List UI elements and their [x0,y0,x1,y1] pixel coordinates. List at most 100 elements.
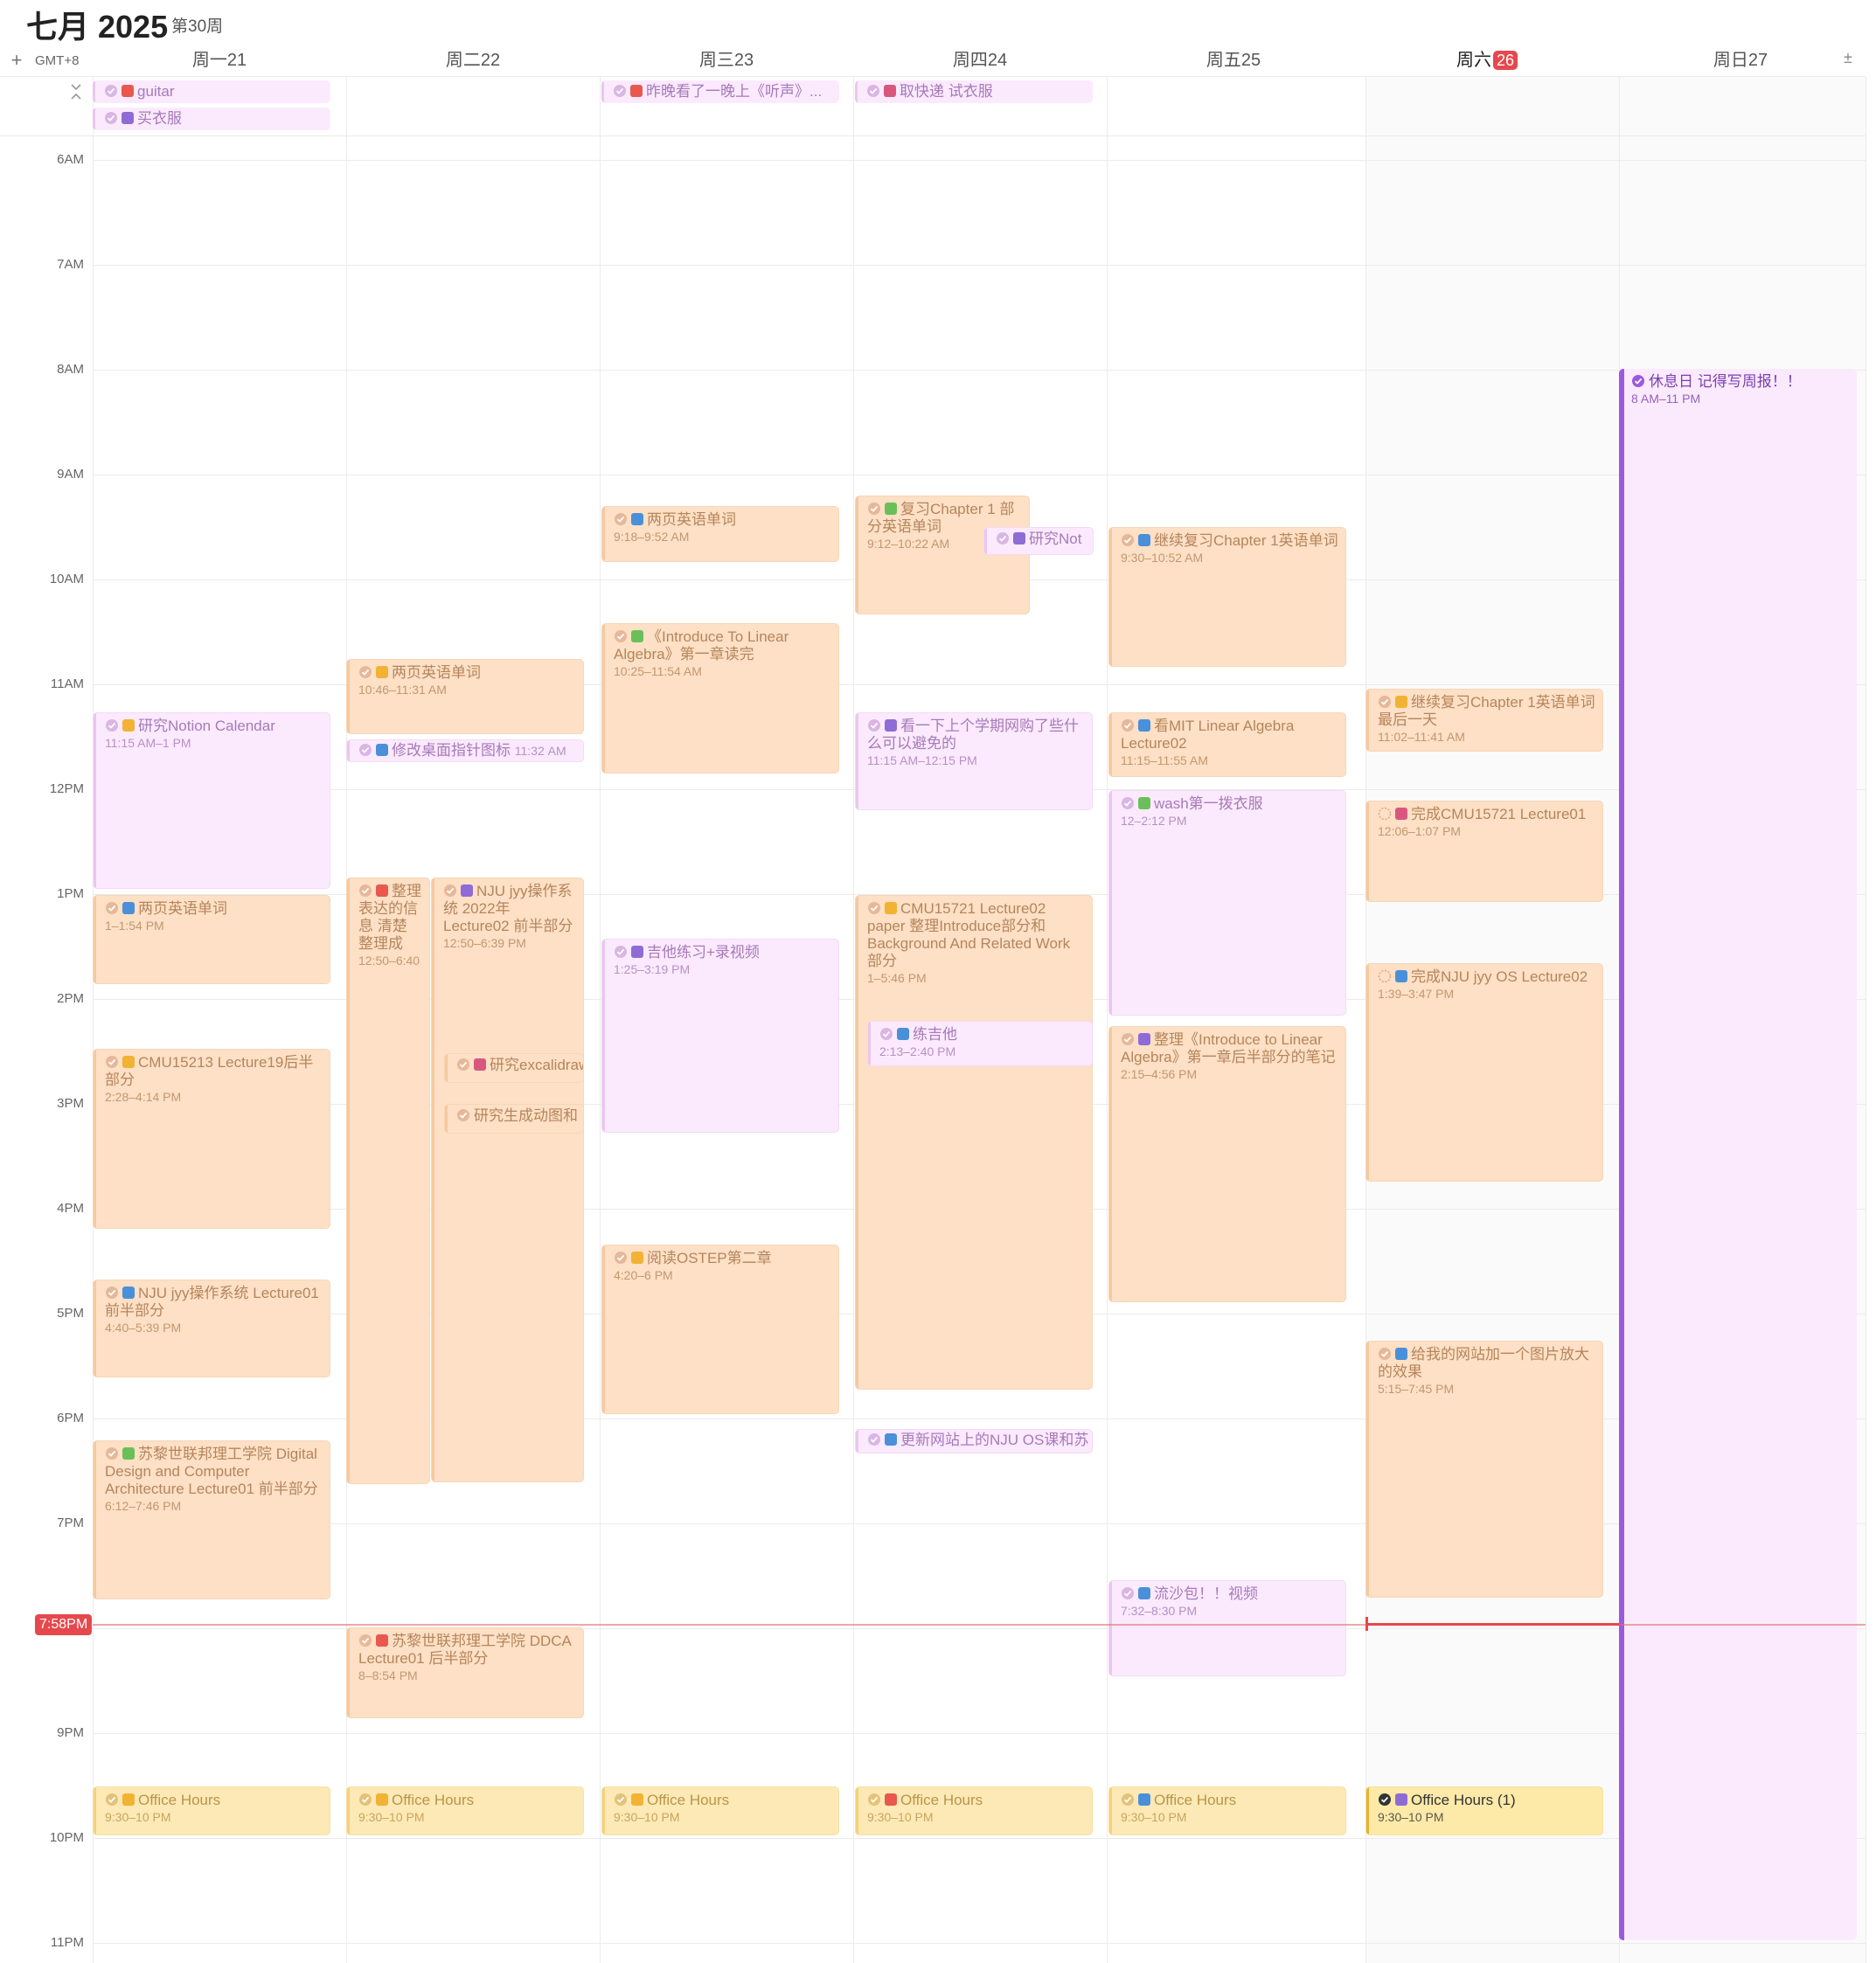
event-card[interactable]: CMU15213 Lecture19后半部分 2:28–4:14 PM [93,1049,330,1229]
event-card[interactable]: 整理 表达的信息 清楚 整理成 12:50–6:40 [346,877,430,1484]
event-card[interactable]: Office Hours 9:30–10 PM [346,1786,584,1835]
day-header-sat-today[interactable]: 周六 26 [1360,45,1614,71]
event-card[interactable]: Office Hours (1) 9:30–10 PM [1365,1786,1603,1835]
event-card[interactable]: 研究Not [983,527,1094,555]
event-time: 12:50–6:39 PM [443,936,526,950]
check-icon[interactable] [105,1793,119,1807]
check-icon[interactable] [866,84,880,98]
check-icon[interactable] [358,665,372,679]
check-icon[interactable] [614,629,628,643]
check-icon[interactable] [867,1432,881,1446]
collapse-allday-icon[interactable] [69,83,83,101]
check-icon[interactable] [105,901,119,915]
check-icon[interactable] [456,1108,470,1122]
event-card[interactable]: Office Hours 9:30–10 PM [855,1786,1093,1835]
event-card[interactable]: 吉他练习+录视频 1:25–3:19 PM [601,939,839,1133]
check-icon[interactable] [867,1793,881,1807]
event-card[interactable]: 阅读OSTEP第二章 4:20–6 PM [601,1245,839,1414]
check-icon[interactable] [358,1793,372,1807]
event-card[interactable]: 研究生成动图和 [444,1104,584,1134]
event-card[interactable]: Office Hours 9:30–10 PM [93,1786,330,1835]
event-time: 2:28–4:14 PM [105,1090,182,1104]
day-header-tue[interactable]: 周二22 [346,45,600,71]
face-icon [474,1058,486,1071]
event-card[interactable]: 复习Chapter 1 部分英语单词 9:12–10:22 AM [855,496,1030,614]
event-card[interactable]: 流沙包！！视频 7:32–8:30 PM [1108,1580,1346,1676]
day-header-sun[interactable]: 周日27 [1614,45,1867,71]
event-card[interactable]: Office Hours 9:30–10 PM [1108,1786,1346,1835]
check-icon[interactable] [1121,1793,1135,1807]
check-icon[interactable] [105,1446,119,1460]
event-card[interactable]: 两页英语单词 10:46–11:31 AM [346,659,584,734]
event-card[interactable]: 苏黎世联邦理工学院 DDCA Lecture01 后半部分 8–8:54 PM [346,1627,584,1718]
event-title: 看一下上个学期网购了些什么可以避免的 [867,718,1079,752]
check-icon[interactable] [1378,1793,1392,1807]
check-icon[interactable] [867,901,881,915]
event-title: 研究excalidraw [490,1057,584,1073]
check-icon[interactable] [1121,533,1135,547]
day-header-wed[interactable]: 周三23 [600,45,853,71]
pending-icon[interactable] [1378,807,1392,821]
check-icon[interactable] [104,84,118,98]
allday-event[interactable]: 取快递 试衣服 [855,80,1093,103]
event-card[interactable]: 看一下上个学期网购了些什么可以避免的 11:15 AM–12:15 PM [855,712,1093,810]
check-icon[interactable] [105,1286,119,1300]
check-icon[interactable] [104,111,118,125]
event-card[interactable]: 研究excalidraw [444,1053,584,1083]
event-card[interactable]: CMU15721 Lecture02 paper 整理Introduce部分和 … [855,895,1093,1390]
check-icon[interactable] [1378,1347,1392,1361]
event-card[interactable]: 两页英语单词 9:18–9:52 AM [601,506,839,562]
event-card[interactable]: 继续复习Chapter 1英语单词 最后一天 11:02–11:41 AM [1365,689,1603,752]
allday-event[interactable]: 昨晚看了一晚上《听声》... [601,80,839,103]
event-card[interactable]: 完成CMU15721 Lecture01 12:06–1:07 PM [1365,801,1603,902]
event-card[interactable]: NJU jyy操作系统 2022年 Lecture02 前半部分 12:50–6:… [431,877,584,1482]
check-icon[interactable] [1121,1586,1135,1600]
allday-event[interactable]: guitar [93,80,330,103]
event-card[interactable]: NJU jyy操作系统 Lecture01 前半部分 4:40–5:39 PM [93,1280,330,1377]
check-icon[interactable] [614,1251,628,1265]
check-icon[interactable] [105,718,119,732]
check-icon[interactable] [867,502,881,516]
check-icon[interactable] [613,84,627,98]
check-icon[interactable] [1121,796,1135,810]
event-card[interactable]: 修改桌面指针图标 11:32 AM [346,739,584,762]
allday-event[interactable]: 买衣服 [93,108,330,130]
check-icon[interactable] [105,1055,119,1069]
column-divider [853,77,854,1963]
event-card[interactable]: 给我的网站加一个图片放大的效果 5:15–7:45 PM [1365,1341,1603,1598]
event-card[interactable]: 两页英语单词 1–1:54 PM [93,895,330,984]
event-card[interactable]: 更新网站上的NJU OS课和苏 [855,1429,1093,1453]
event-card[interactable]: 《Introduce To Linear Algebra》第一章读完 10:25–… [601,623,839,773]
event-card[interactable]: 休息日 记得写周报！！ 8 AM–11 PM [1619,369,1857,1940]
check-icon[interactable] [358,884,372,898]
add-timezone-button[interactable]: + [7,49,26,72]
event-card[interactable]: Office Hours 9:30–10 PM [601,1786,839,1835]
check-icon[interactable] [867,718,881,732]
check-icon[interactable] [358,1634,372,1647]
event-card[interactable]: wash第一拨衣服 12–2:12 PM [1108,790,1346,1016]
check-icon[interactable] [614,512,628,526]
check-icon[interactable] [443,884,457,898]
event-time: 12–2:12 PM [1121,814,1187,828]
event-card[interactable]: 练吉他 2:13–2:40 PM [867,1021,1093,1066]
check-icon[interactable] [456,1058,470,1072]
check-icon[interactable] [1121,718,1135,732]
check-icon[interactable] [1121,1032,1135,1046]
check-icon[interactable] [358,743,372,757]
check-icon[interactable] [996,531,1010,545]
pending-icon[interactable] [1378,969,1392,983]
event-card[interactable]: 研究Notion Calendar 11:15 AM–1 PM [93,712,330,889]
day-header-mon[interactable]: 周一21 [93,45,346,71]
check-icon[interactable] [1631,374,1645,388]
check-icon[interactable] [879,1027,893,1041]
check-icon[interactable] [1378,695,1392,709]
event-card[interactable]: 继续复习Chapter 1英语单词 9:30–10:52 AM [1108,527,1346,667]
day-header-fri[interactable]: 周五25 [1107,45,1360,71]
event-card[interactable]: 整理《Introduce to Linear Algebra》第一章后半部分的笔… [1108,1026,1346,1302]
day-header-thu[interactable]: 周四24 [853,45,1107,71]
event-card[interactable]: 完成NJU jyy OS Lecture02 1:39–3:47 PM [1365,963,1603,1182]
event-card[interactable]: 苏黎世联邦理工学院 Digital Design and Computer Ar… [93,1440,330,1599]
event-card[interactable]: 看MIT Linear Algebra Lecture02 11:15–11:55… [1108,712,1346,777]
check-icon[interactable] [614,945,628,959]
check-icon[interactable] [614,1793,628,1807]
